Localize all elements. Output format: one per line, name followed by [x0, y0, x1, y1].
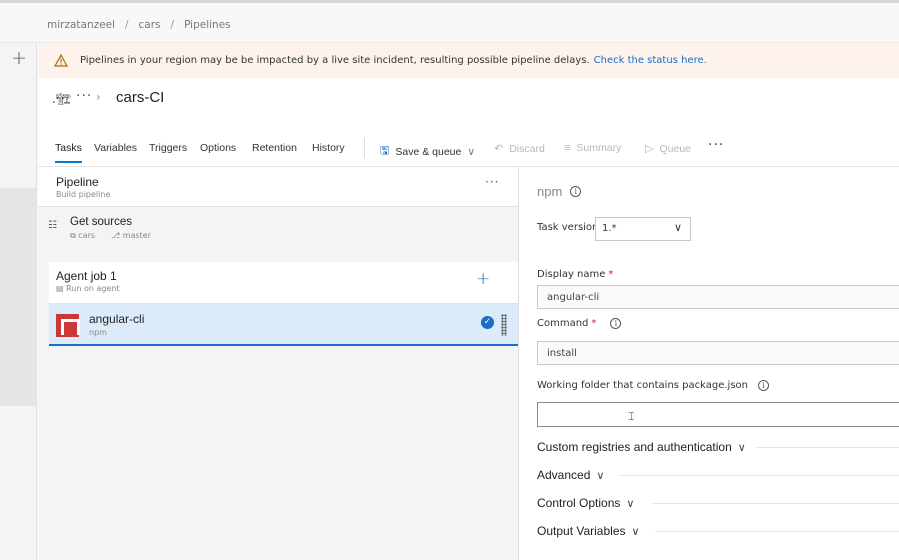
add-task-icon[interactable]: + — [476, 269, 490, 289]
get-sources-item[interactable]: ☷ Get sources ⧉ cars ⎇ master — [38, 207, 518, 253]
text-cursor-icon: ⌶ — [628, 410, 635, 423]
tab-tasks[interactable]: Tasks — [55, 142, 82, 163]
task-detail-panel: npm i Task version 1.* ∨ Display name * a… — [519, 167, 899, 560]
task-title: angular-cli — [89, 312, 145, 326]
pipeline-subtitle: Build pipeline — [56, 190, 111, 199]
build-pipeline-icon: .🏗 — [52, 92, 72, 106]
incident-banner: Pipelines in your region may be be impac… — [38, 43, 899, 78]
breadcrumb-separator: / — [124, 19, 129, 31]
task-heading-text: npm — [537, 184, 563, 199]
enabled-check-icon[interactable]: ✓ — [481, 316, 494, 329]
save-queue-label: Save & queue — [395, 145, 462, 158]
npm-icon — [56, 314, 80, 337]
command-field[interactable]: install — [537, 341, 899, 365]
section-advanced[interactable]: Advanced ∨ — [537, 468, 604, 482]
agent-job-subtitle: ▤ Run on agent — [56, 284, 120, 293]
summary-button[interactable]: ≡ Summary — [564, 142, 621, 154]
breadcrumb-project[interactable]: cars — [139, 19, 161, 31]
chevron-down-icon: ∨ — [631, 525, 640, 538]
section-divider — [757, 447, 899, 448]
section-divider — [653, 503, 899, 504]
agent-job[interactable]: Agent job 1 ▤ Run on agent + — [49, 262, 518, 304]
chevron-down-icon: ∨ — [737, 441, 746, 454]
task-version-select[interactable]: 1.* ∨ — [595, 217, 691, 241]
get-sources-meta: ⧉ cars ⎇ master — [70, 231, 151, 241]
drag-handle[interactable] — [501, 314, 507, 336]
add-icon[interactable]: + — [10, 49, 28, 68]
more-breadcrumb-button[interactable]: ··· — [76, 88, 92, 104]
pipeline-title-row: .🏗 ··· › cars-CI — [38, 78, 899, 122]
toolbar-divider — [364, 138, 365, 158]
get-sources-title: Get sources — [70, 216, 132, 228]
undo-icon: ↶ — [494, 143, 504, 155]
section-custom-registries[interactable]: Custom registries and authentication ∨ — [537, 440, 746, 454]
chevron-down-icon: ∨ — [596, 469, 605, 482]
pipeline-more-button[interactable]: ··· — [485, 175, 499, 189]
info-icon[interactable]: i — [758, 380, 770, 391]
task-heading: npm i — [537, 184, 582, 199]
breadcrumb-separator: / — [170, 19, 175, 31]
task-subtitle: npm — [89, 328, 107, 337]
save-queue-button[interactable]: 🖫 Save & queue ∨ — [380, 142, 475, 161]
list-icon: ≡ — [564, 142, 571, 154]
section-divider — [655, 531, 899, 532]
display-name-field[interactable]: angular-cli — [537, 285, 899, 309]
info-icon[interactable]: i — [610, 318, 622, 329]
info-icon[interactable]: i — [570, 186, 582, 197]
queue-button[interactable]: ▷ Queue — [645, 142, 691, 156]
display-name-label: Display name * — [537, 269, 614, 280]
chevron-down-icon: ∨ — [467, 145, 476, 158]
tab-triggers[interactable]: Triggers — [149, 142, 187, 154]
play-icon: ▷ — [645, 143, 654, 155]
breadcrumb: mirzatanzeel / cars / Pipelines — [47, 19, 231, 31]
tab-retention[interactable]: Retention — [252, 142, 297, 154]
task-item-angular-cli[interactable]: angular-cli npm ✓ — [49, 304, 518, 346]
tab-history[interactable]: History — [312, 142, 345, 154]
chevron-down-icon: ∨ — [673, 221, 682, 234]
branch-icon: ⎇ — [111, 231, 123, 240]
section-output-variables[interactable]: Output Variables ∨ — [537, 524, 640, 538]
section-control-options[interactable]: Control Options ∨ — [537, 496, 634, 510]
working-folder-field[interactable]: ⌶ — [537, 402, 899, 427]
queue-label: Queue — [659, 142, 691, 155]
breadcrumb-pipelines[interactable]: Pipelines — [184, 19, 231, 31]
summary-label: Summary — [576, 142, 622, 154]
tab-options[interactable]: Options — [200, 142, 236, 154]
discard-label: Discard — [509, 142, 545, 155]
task-version-value: 1.* — [602, 223, 617, 234]
left-rail: + — [0, 43, 37, 560]
tab-toolbar-row: Tasks Variables Triggers Options Retenti… — [38, 122, 899, 167]
sources-icon: ☷ — [48, 220, 57, 231]
rail-selection — [0, 188, 37, 406]
banner-message: Pipelines in your region may be be impac… — [80, 55, 590, 66]
chevron-right-icon: › — [96, 90, 101, 104]
more-actions-button[interactable]: ··· — [708, 137, 724, 153]
section-divider — [619, 475, 899, 476]
task-version-label: Task version — [537, 222, 599, 233]
pipeline-header[interactable]: Pipeline Build pipeline ··· — [38, 167, 518, 207]
status-link[interactable]: Check the status here. — [594, 55, 707, 66]
pipeline-title: Pipeline — [56, 175, 99, 189]
branch-label: ⎇ master — [111, 231, 152, 240]
agent-job-title: Agent job 1 — [56, 269, 117, 283]
tab-variables[interactable]: Variables — [94, 142, 137, 154]
agent-icon: ▤ — [56, 284, 67, 293]
command-label: Command * i — [537, 318, 622, 329]
breadcrumb-org[interactable]: mirzatanzeel — [47, 19, 115, 31]
repo-label: ⧉ cars — [70, 231, 96, 240]
warning-icon — [54, 54, 68, 67]
pipeline-panel: Pipeline Build pipeline ··· ☷ Get source… — [38, 167, 519, 560]
save-icon: 🖫 — [380, 145, 390, 157]
page-title: cars-CI — [116, 89, 165, 106]
discard-button[interactable]: ↶ Discard — [494, 142, 545, 156]
chevron-down-icon: ∨ — [626, 497, 635, 510]
breadcrumb-bar: mirzatanzeel / cars / Pipelines — [0, 3, 899, 43]
working-folder-label: Working folder that contains package.jso… — [537, 380, 770, 391]
